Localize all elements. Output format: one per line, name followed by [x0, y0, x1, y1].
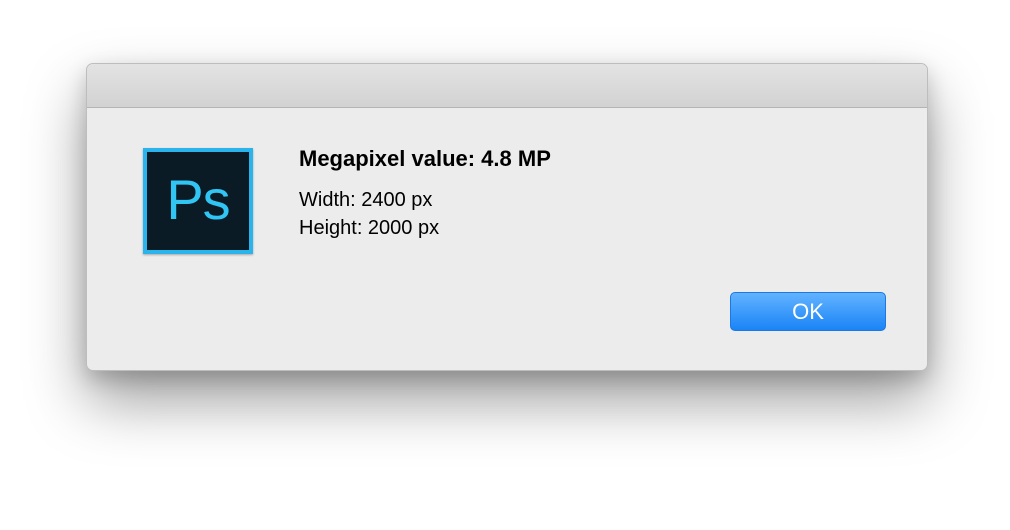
ok-button[interactable]: OK [730, 292, 886, 331]
app-icon-label: Ps [166, 167, 230, 231]
megapixel-dialog: Ps Megapixel value: 4.8 MP Width: 2400 p… [86, 63, 928, 371]
dialog-titlebar[interactable] [87, 64, 927, 108]
dialog-title: Megapixel value: 4.8 MP [299, 146, 551, 171]
height-text: Height: 2000 px [299, 217, 440, 239]
photoshop-app-icon: Ps [143, 148, 253, 254]
width-text: Width: 2400 px [299, 189, 433, 211]
dialog-message: Megapixel value: 4.8 MP Width: 2400 px H… [299, 146, 551, 242]
